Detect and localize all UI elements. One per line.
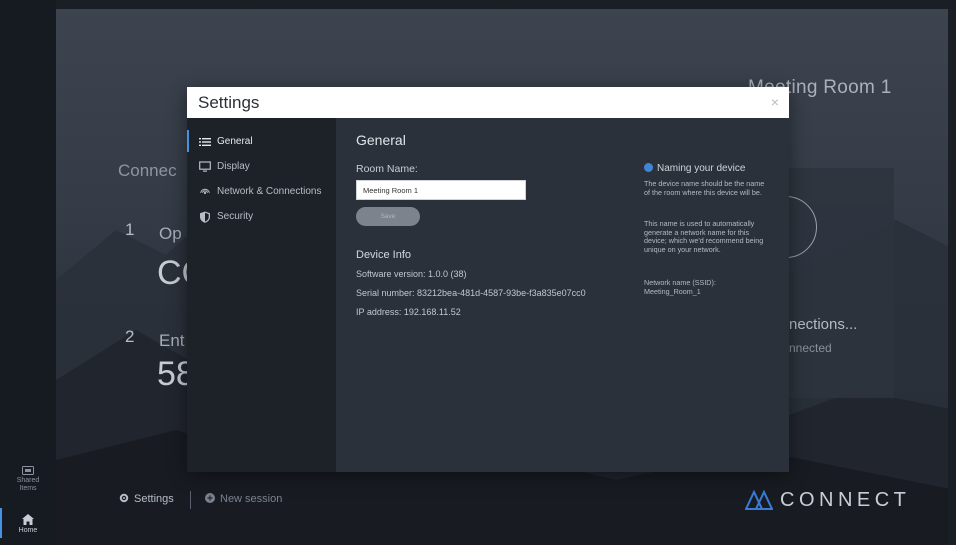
room-name-label: Room Name: — [356, 163, 418, 175]
step-number: 2 — [125, 327, 135, 346]
ip-address: IP address: 192.168.11.52 — [356, 307, 461, 317]
settings-nav: General Display Network & Connections Se… — [187, 118, 336, 472]
save-button[interactable]: Save — [356, 207, 420, 226]
new-session-label: New session — [220, 493, 283, 505]
step-text: Op — [159, 224, 182, 243]
home-icon — [22, 514, 34, 525]
monitor-icon — [199, 161, 211, 172]
nav-item-display[interactable]: Display — [187, 157, 336, 177]
shared-items-label: Shared Items — [16, 477, 40, 492]
dialog-header: Settings × — [187, 87, 789, 118]
shield-icon — [200, 211, 210, 223]
connected-status: nnected — [789, 341, 832, 355]
left-rail: Shared Items Home — [0, 0, 56, 545]
help-paragraph: This name is used to automatically gener… — [644, 219, 764, 254]
step-text: Ent — [159, 331, 185, 350]
nav-item-general[interactable]: General — [187, 132, 336, 152]
serial-number: Serial number: 83212bea-481d-4587-93be-f… — [356, 288, 586, 298]
help-heading: Naming your device — [644, 163, 784, 174]
nav-label: General — [217, 136, 253, 147]
plus-circle-icon — [205, 493, 215, 503]
list-icon — [199, 138, 211, 146]
room-name-input[interactable] — [356, 180, 526, 200]
folder-icon — [22, 466, 34, 475]
help-heading-text: Naming your device — [657, 163, 746, 174]
shared-items-button[interactable]: Shared Items — [0, 465, 56, 493]
info-icon — [644, 163, 653, 172]
home-button[interactable]: Home — [0, 514, 56, 534]
nav-label: Security — [217, 211, 254, 222]
screen: Shared Items Home Meeting Room 1 Connec … — [0, 0, 956, 545]
nav-label: Network & Connections — [217, 186, 322, 197]
close-icon[interactable]: × — [771, 94, 779, 110]
connections-title: nections... — [789, 316, 858, 333]
new-session-button[interactable]: New session — [205, 493, 282, 505]
step-number: 1 — [125, 220, 135, 239]
software-version: Software version: 1.0.0 (38) — [356, 269, 467, 279]
wifi-icon — [200, 188, 210, 195]
footer-settings-button[interactable]: Settings — [119, 493, 174, 505]
home-label: Home — [18, 527, 38, 534]
nav-item-security[interactable]: Security — [187, 207, 336, 227]
gear-icon — [119, 493, 129, 503]
settings-dialog: Settings × General Display Network & Con… — [187, 87, 789, 472]
nav-item-network[interactable]: Network & Connections — [187, 182, 336, 202]
right-frame — [948, 0, 956, 545]
nav-label: Display — [217, 161, 250, 172]
device-info-heading: Device Info — [356, 249, 412, 261]
help-paragraph: Network name (SSID): Meeting_Room_1 — [644, 278, 716, 296]
connect-heading: Connec — [118, 161, 177, 180]
help-paragraph: The device name should be the name of th… — [644, 179, 765, 197]
dialog-title: Settings — [198, 93, 260, 112]
brand-name: CONNECT — [780, 489, 911, 511]
footer-divider — [190, 491, 191, 509]
connect-logo-icon — [745, 489, 773, 510]
top-frame — [0, 0, 956, 9]
footer-settings-label: Settings — [134, 493, 174, 505]
settings-content: General Room Name: Save Device Info Soft… — [336, 118, 789, 472]
section-title: General — [356, 132, 406, 148]
